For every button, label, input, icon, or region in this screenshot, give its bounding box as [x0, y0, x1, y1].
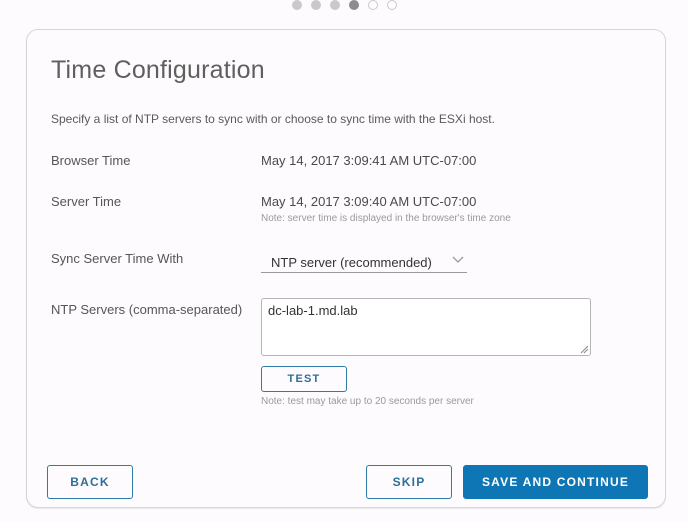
- save-and-continue-button[interactable]: SAVE AND CONTINUE: [463, 465, 648, 499]
- step-dot-3: [330, 0, 340, 10]
- step-dot-1: [292, 0, 302, 10]
- server-time-label: Server Time: [51, 194, 122, 209]
- ntp-servers-input[interactable]: dc-lab-1.md.lab: [261, 298, 591, 356]
- sync-with-select[interactable]: NTP server (recommended): [261, 252, 467, 273]
- time-configuration-card: Time Configuration Specify a list of NTP…: [26, 29, 666, 508]
- step-dot-6: [387, 0, 397, 10]
- step-dot-5: [368, 0, 378, 10]
- browser-time-value: May 14, 2017 3:09:41 AM UTC-07:00: [261, 153, 477, 168]
- chevron-down-icon: [452, 256, 464, 263]
- resize-handle-icon[interactable]: [580, 345, 589, 354]
- sync-with-selected-value: NTP server (recommended): [271, 255, 432, 270]
- test-note: Note: test may take up to 20 seconds per…: [261, 396, 474, 407]
- server-time-note: Note: server time is displayed in the br…: [261, 213, 511, 224]
- test-button[interactable]: TEST: [261, 366, 347, 392]
- back-button[interactable]: BACK: [47, 465, 133, 499]
- wizard-step-indicator: [292, 0, 397, 10]
- step-dot-4-current: [349, 0, 359, 10]
- sync-with-label: Sync Server Time With: [51, 251, 184, 266]
- skip-button[interactable]: SKIP: [366, 465, 452, 499]
- page-description: Specify a list of NTP servers to sync wi…: [51, 112, 495, 126]
- ntp-servers-label: NTP Servers (comma-separated): [51, 302, 243, 317]
- page-title: Time Configuration: [51, 56, 265, 84]
- step-dot-2: [311, 0, 321, 10]
- server-time-value: May 14, 2017 3:09:40 AM UTC-07:00: [261, 194, 477, 209]
- browser-time-label: Browser Time: [51, 153, 131, 168]
- ntp-servers-input-value: dc-lab-1.md.lab: [268, 303, 358, 318]
